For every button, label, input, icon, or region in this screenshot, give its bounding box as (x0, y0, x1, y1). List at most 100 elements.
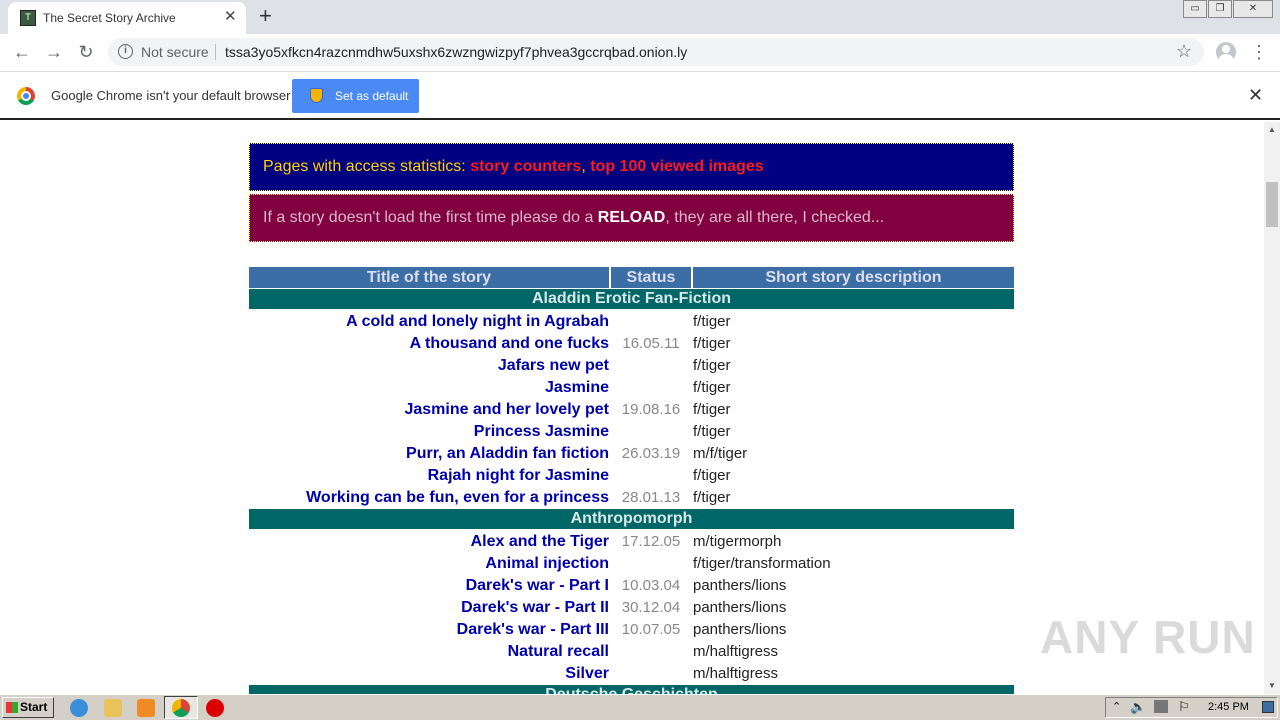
story-title-link[interactable]: Jasmine (249, 377, 609, 399)
start-button[interactable]: Start (2, 697, 54, 718)
story-counters-link[interactable]: story counters (470, 158, 581, 175)
story-description: f/tiger (693, 335, 731, 352)
story-status-date (609, 377, 693, 399)
infobar-close-icon[interactable]: ✕ (1248, 85, 1263, 106)
scroll-up-icon[interactable]: ▲ (1264, 122, 1280, 138)
reload-word: RELOAD (597, 209, 666, 226)
story-title-link[interactable]: Natural recall (249, 641, 609, 663)
browser-toolbar: ← → ↻ i Not secure tssa3yo5xfkcn4razcnmd… (0, 34, 1280, 72)
site-favicon-icon: T (20, 10, 36, 26)
story-description: f/tiger (693, 489, 731, 506)
forward-icon[interactable]: → (42, 40, 66, 64)
chrome-logo-icon (17, 87, 35, 105)
story-row: Darek's war - Part II 30.12.04 panthers/li… (249, 597, 1014, 619)
volume-icon[interactable]: 🔈 (1130, 699, 1146, 715)
story-status-date: 30.12.04 (621, 599, 681, 616)
story-title-link[interactable]: Darek's war - Part I (249, 575, 609, 597)
new-tab-icon[interactable]: + (259, 4, 272, 28)
show-hidden-icons-icon[interactable]: ⌃ (1112, 700, 1121, 713)
windows-flag-icon (6, 702, 18, 713)
story-title-link[interactable]: Darek's war - Part III (249, 619, 609, 641)
story-row: Darek's war - Part III 10.07.05 panthers/l… (249, 619, 1014, 641)
address-bar[interactable]: i Not secure tssa3yo5xfkcn4razcnmdhw5uxs… (108, 38, 1204, 66)
close-window-icon[interactable]: ✕ (1233, 0, 1273, 18)
reload-notice: If a story doesn't load the first time p… (249, 194, 1014, 242)
statistics-prefix: Pages with access statistics: (263, 158, 471, 175)
file-explorer-icon[interactable] (104, 699, 122, 717)
category-header: Anthropomorph (249, 509, 1014, 529)
back-icon[interactable]: ← (10, 40, 34, 64)
show-desktop-icon[interactable] (1262, 701, 1274, 713)
story-row: Alex and the Tiger 17.12.05 m/tigermorph (249, 531, 1014, 553)
system-tray: ⌃ 🔈 ⚐ (1105, 697, 1278, 718)
story-title-link[interactable]: A cold and lonely night in Agrabah (249, 311, 609, 333)
reload-suffix: , they are all there, I checked... (665, 209, 885, 226)
story-row: Silver m/halftigress (249, 663, 1014, 685)
bookmark-star-icon[interactable]: ☆ (1176, 41, 1192, 62)
media-player-icon[interactable] (137, 699, 155, 717)
story-title-link[interactable]: Princess Jasmine (249, 421, 609, 443)
stop-sign-icon[interactable] (206, 699, 224, 717)
set-as-default-button[interactable]: Set as default (292, 79, 419, 113)
browser-tab[interactable]: T The Secret Story Archive ✕ (8, 2, 246, 34)
table-header: Title of the story Status Short story de… (249, 267, 1014, 288)
story-title-link[interactable]: Purr, an Aladdin fan fiction (249, 443, 609, 465)
statistics-notice: Pages with access statistics: story coun… (249, 143, 1014, 191)
page-viewport: Pages with access statistics: story coun… (0, 122, 1264, 694)
story-description: panthers/lions (693, 621, 787, 638)
story-title-link[interactable]: Silver (249, 663, 609, 685)
story-row: Jasmine and her lovely pet 19.08.16 f/tige… (249, 399, 1014, 421)
story-status-date: 16.05.11 (622, 335, 680, 352)
tab-close-icon[interactable]: ✕ (224, 9, 237, 25)
minimize-window-icon[interactable]: ▭ (1183, 0, 1207, 18)
story-status-date (609, 465, 693, 487)
story-status-date: 17.12.05 (621, 533, 681, 550)
story-table: Title of the story Status Short story de… (249, 267, 1014, 694)
scroll-down-icon[interactable]: ▼ (1264, 678, 1280, 694)
story-title-link[interactable]: A thousand and one fucks (249, 333, 609, 355)
story-status-date: 26.03.19 (621, 445, 681, 462)
story-description: m/tigermorph (693, 533, 782, 550)
page-scrollbar[interactable]: ▲ ▼ (1264, 122, 1280, 694)
story-description: f/tiger/transformation (693, 555, 831, 572)
action-center-flag-icon[interactable]: ⚐ (1178, 699, 1190, 715)
story-description: panthers/lions (693, 577, 787, 594)
site-info-icon[interactable]: i (118, 44, 133, 59)
story-row: A cold and lonely night in Agrabah f/tige… (249, 311, 1014, 333)
story-row: Darek's war - Part I 10.03.04 panthers/lio… (249, 575, 1014, 597)
story-description: f/tiger (693, 467, 731, 484)
story-status-date: 10.07.05 (621, 621, 681, 638)
story-title-link[interactable]: Darek's war - Part II (249, 597, 609, 619)
url-text[interactable]: tssa3yo5xfkcn4razcnmdhw5uxshx6zwzngwizpy… (225, 44, 687, 60)
story-title-link[interactable]: Rajah night for Jasmine (249, 465, 609, 487)
story-description: f/tiger (693, 423, 731, 440)
story-title-link[interactable]: Jasmine and her lovely pet (249, 399, 609, 421)
start-label: Start (20, 700, 48, 714)
category-header: Deutsche Geschichten (249, 685, 1014, 694)
story-status-date (609, 641, 693, 663)
scroll-thumb[interactable] (1266, 182, 1278, 227)
story-row: Working can be fun, even for a princess 2… (249, 487, 1014, 509)
chrome-taskbar-button[interactable] (164, 696, 198, 719)
story-row: Rajah night for Jasmine f/tiger (249, 465, 1014, 487)
story-status-date (609, 421, 693, 443)
windows-taskbar: Start ⌃ 🔈 ⚐ 2:45 PM (0, 694, 1280, 720)
internet-explorer-icon[interactable] (70, 699, 88, 717)
top-images-link[interactable]: top 100 viewed images (590, 158, 763, 175)
story-title-link[interactable]: Alex and the Tiger (249, 531, 609, 553)
story-description: m/halftigress (693, 665, 779, 682)
story-table-body: Aladdin Erotic Fan-Fiction A cold and lon… (249, 289, 1014, 694)
not-secure-label[interactable]: Not secure (141, 44, 209, 60)
reload-icon[interactable]: ↻ (74, 40, 98, 64)
story-title-link[interactable]: Jafars new pet (249, 355, 609, 377)
story-title-link[interactable]: Animal injection (249, 553, 609, 575)
network-icon[interactable] (1154, 700, 1168, 713)
taskbar-clock[interactable]: 2:45 PM (1208, 701, 1249, 713)
uac-shield-icon (310, 88, 323, 103)
story-title-link[interactable]: Working can be fun, even for a princess (249, 487, 609, 509)
chrome-menu-icon[interactable]: ⋮ (1250, 40, 1268, 64)
story-status-date: 28.01.13 (621, 489, 681, 506)
profile-avatar-icon[interactable] (1216, 42, 1236, 62)
story-description: f/tiger (693, 379, 731, 396)
restore-window-icon[interactable]: ❐ (1208, 0, 1232, 18)
